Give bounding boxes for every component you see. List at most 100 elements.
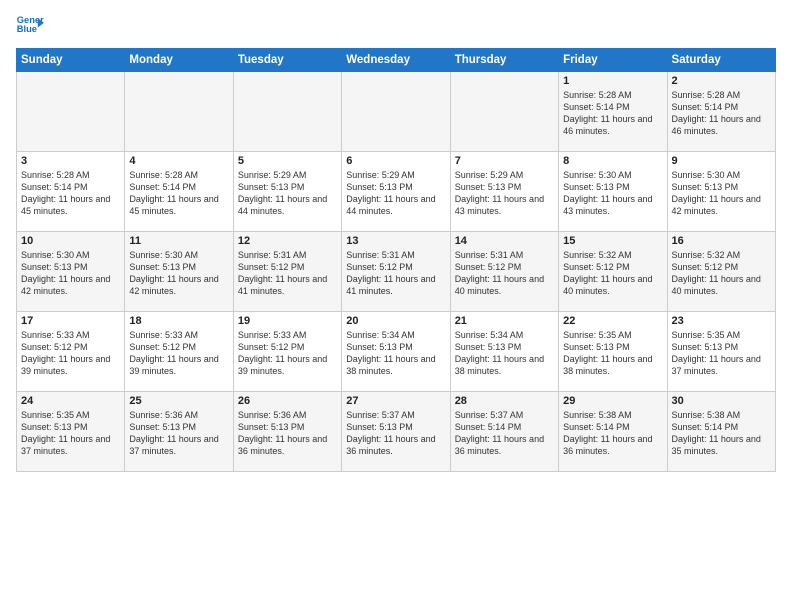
logo-icon: General Blue <box>16 12 44 40</box>
calendar-cell: 8Sunrise: 5:30 AM Sunset: 5:13 PM Daylig… <box>559 152 667 232</box>
day-number: 23 <box>672 315 771 327</box>
logo: General Blue <box>16 12 44 40</box>
day-info: Sunrise: 5:38 AM Sunset: 5:14 PM Dayligh… <box>563 409 662 458</box>
svg-text:Blue: Blue <box>17 24 37 34</box>
weekday-header-row: SundayMondayTuesdayWednesdayThursdayFrid… <box>17 49 776 72</box>
calendar-cell: 30 Sunrise: 5:38 AM Sunset: 5:14 PM Dayli… <box>667 392 775 472</box>
day-number: 30 <box>672 395 771 407</box>
weekday-header-wednesday: Wednesday <box>342 49 450 72</box>
calendar-cell: 27Sunrise: 5:37 AM Sunset: 5:13 PM Dayli… <box>342 392 450 472</box>
day-info: Sunrise: 5:35 AM Sunset: 5:13 PM Dayligh… <box>672 329 771 378</box>
day-info: Sunrise: 5:29 AM Sunset: 5:13 PM Dayligh… <box>455 169 554 218</box>
calendar-cell: 10 Sunrise: 5:30 AM Sunset: 5:13 PM Dayli… <box>17 232 125 312</box>
weekday-header-sunday: Sunday <box>17 49 125 72</box>
calendar-cell: 20 Sunrise: 5:34 AM Sunset: 5:13 PM Dayli… <box>342 312 450 392</box>
calendar-week-row: 1 Sunrise: 5:28 AM Sunset: 5:14 PM Daylig… <box>17 72 776 152</box>
day-number: 6 <box>346 155 445 167</box>
calendar-page: General Blue SundayMondayTuesdayWednesda… <box>0 0 792 612</box>
weekday-header-tuesday: Tuesday <box>233 49 341 72</box>
day-info: Sunrise: 5:28 AM Sunset: 5:14 PM Dayligh… <box>129 169 228 218</box>
day-number: 26 <box>238 395 337 407</box>
day-number: 1 <box>563 75 662 87</box>
day-info: Sunrise: 5:28 AM Sunset: 5:14 PM Dayligh… <box>21 169 120 218</box>
calendar-cell: 11 Sunrise: 5:30 AM Sunset: 5:13 PM Dayli… <box>125 232 233 312</box>
calendar-cell: 7 Sunrise: 5:29 AM Sunset: 5:13 PM Daylig… <box>450 152 558 232</box>
calendar-cell: 18 Sunrise: 5:33 AM Sunset: 5:12 PM Dayli… <box>125 312 233 392</box>
calendar-cell: 23 Sunrise: 5:35 AM Sunset: 5:13 PM Dayli… <box>667 312 775 392</box>
day-number: 24 <box>21 395 120 407</box>
calendar-cell <box>450 72 558 152</box>
header: General Blue <box>16 12 776 40</box>
day-info: Sunrise: 5:34 AM Sunset: 5:13 PM Dayligh… <box>346 329 445 378</box>
day-number: 16 <box>672 235 771 247</box>
day-info: Sunrise: 5:31 AM Sunset: 5:12 PM Dayligh… <box>455 249 554 298</box>
calendar-cell: 5Sunrise: 5:29 AM Sunset: 5:13 PM Daylig… <box>233 152 341 232</box>
day-number: 18 <box>129 315 228 327</box>
calendar-cell: 4Sunrise: 5:28 AM Sunset: 5:14 PM Daylig… <box>125 152 233 232</box>
calendar-cell: 3Sunrise: 5:28 AM Sunset: 5:14 PM Daylig… <box>17 152 125 232</box>
day-number: 17 <box>21 315 120 327</box>
weekday-header-saturday: Saturday <box>667 49 775 72</box>
day-info: Sunrise: 5:30 AM Sunset: 5:13 PM Dayligh… <box>129 249 228 298</box>
calendar-cell <box>342 72 450 152</box>
calendar-cell: 16 Sunrise: 5:32 AM Sunset: 5:12 PM Dayli… <box>667 232 775 312</box>
day-number: 28 <box>455 395 554 407</box>
calendar-table: SundayMondayTuesdayWednesdayThursdayFrid… <box>16 48 776 472</box>
calendar-cell <box>17 72 125 152</box>
calendar-cell: 26 Sunrise: 5:36 AM Sunset: 5:13 PM Dayli… <box>233 392 341 472</box>
day-number: 21 <box>455 315 554 327</box>
day-info: Sunrise: 5:37 AM Sunset: 5:13 PM Dayligh… <box>346 409 445 458</box>
calendar-cell: 1 Sunrise: 5:28 AM Sunset: 5:14 PM Daylig… <box>559 72 667 152</box>
calendar-cell: 17 Sunrise: 5:33 AM Sunset: 5:12 PM Dayli… <box>17 312 125 392</box>
day-number: 8 <box>563 155 662 167</box>
calendar-cell: 29Sunrise: 5:38 AM Sunset: 5:14 PM Dayli… <box>559 392 667 472</box>
day-info: Sunrise: 5:30 AM Sunset: 5:13 PM Dayligh… <box>21 249 120 298</box>
day-info: Sunrise: 5:32 AM Sunset: 5:12 PM Dayligh… <box>672 249 771 298</box>
day-info: Sunrise: 5:36 AM Sunset: 5:13 PM Dayligh… <box>129 409 228 458</box>
calendar-week-row: 10 Sunrise: 5:30 AM Sunset: 5:13 PM Dayli… <box>17 232 776 312</box>
day-info: Sunrise: 5:35 AM Sunset: 5:13 PM Dayligh… <box>563 329 662 378</box>
calendar-cell: 15 Sunrise: 5:32 AM Sunset: 5:12 PM Dayli… <box>559 232 667 312</box>
day-info: Sunrise: 5:32 AM Sunset: 5:12 PM Dayligh… <box>563 249 662 298</box>
weekday-header-thursday: Thursday <box>450 49 558 72</box>
day-number: 7 <box>455 155 554 167</box>
day-info: Sunrise: 5:38 AM Sunset: 5:14 PM Dayligh… <box>672 409 771 458</box>
calendar-cell: 25 Sunrise: 5:36 AM Sunset: 5:13 PM Dayli… <box>125 392 233 472</box>
day-number: 10 <box>21 235 120 247</box>
calendar-cell: 13Sunrise: 5:31 AM Sunset: 5:12 PM Dayli… <box>342 232 450 312</box>
calendar-week-row: 3Sunrise: 5:28 AM Sunset: 5:14 PM Daylig… <box>17 152 776 232</box>
day-info: Sunrise: 5:37 AM Sunset: 5:14 PM Dayligh… <box>455 409 554 458</box>
calendar-cell <box>233 72 341 152</box>
day-number: 19 <box>238 315 337 327</box>
calendar-cell: 12Sunrise: 5:31 AM Sunset: 5:12 PM Dayli… <box>233 232 341 312</box>
day-info: Sunrise: 5:29 AM Sunset: 5:13 PM Dayligh… <box>346 169 445 218</box>
day-number: 5 <box>238 155 337 167</box>
calendar-week-row: 17 Sunrise: 5:33 AM Sunset: 5:12 PM Dayli… <box>17 312 776 392</box>
calendar-cell: 6 Sunrise: 5:29 AM Sunset: 5:13 PM Daylig… <box>342 152 450 232</box>
day-number: 11 <box>129 235 228 247</box>
calendar-cell: 28 Sunrise: 5:37 AM Sunset: 5:14 PM Dayli… <box>450 392 558 472</box>
calendar-cell: 24 Sunrise: 5:35 AM Sunset: 5:13 PM Dayli… <box>17 392 125 472</box>
calendar-cell: 14 Sunrise: 5:31 AM Sunset: 5:12 PM Dayli… <box>450 232 558 312</box>
calendar-cell: 21 Sunrise: 5:34 AM Sunset: 5:13 PM Dayli… <box>450 312 558 392</box>
calendar-week-row: 24 Sunrise: 5:35 AM Sunset: 5:13 PM Dayli… <box>17 392 776 472</box>
day-info: Sunrise: 5:28 AM Sunset: 5:14 PM Dayligh… <box>563 89 662 138</box>
day-number: 25 <box>129 395 228 407</box>
day-number: 14 <box>455 235 554 247</box>
day-info: Sunrise: 5:33 AM Sunset: 5:12 PM Dayligh… <box>21 329 120 378</box>
day-info: Sunrise: 5:33 AM Sunset: 5:12 PM Dayligh… <box>238 329 337 378</box>
day-info: Sunrise: 5:30 AM Sunset: 5:13 PM Dayligh… <box>672 169 771 218</box>
day-info: Sunrise: 5:34 AM Sunset: 5:13 PM Dayligh… <box>455 329 554 378</box>
calendar-cell: 22 Sunrise: 5:35 AM Sunset: 5:13 PM Dayli… <box>559 312 667 392</box>
day-number: 15 <box>563 235 662 247</box>
day-number: 20 <box>346 315 445 327</box>
day-info: Sunrise: 5:36 AM Sunset: 5:13 PM Dayligh… <box>238 409 337 458</box>
day-info: Sunrise: 5:33 AM Sunset: 5:12 PM Dayligh… <box>129 329 228 378</box>
day-info: Sunrise: 5:35 AM Sunset: 5:13 PM Dayligh… <box>21 409 120 458</box>
day-number: 22 <box>563 315 662 327</box>
calendar-cell: 2Sunrise: 5:28 AM Sunset: 5:14 PM Daylig… <box>667 72 775 152</box>
weekday-header-monday: Monday <box>125 49 233 72</box>
day-info: Sunrise: 5:28 AM Sunset: 5:14 PM Dayligh… <box>672 89 771 138</box>
day-number: 13 <box>346 235 445 247</box>
weekday-header-friday: Friday <box>559 49 667 72</box>
